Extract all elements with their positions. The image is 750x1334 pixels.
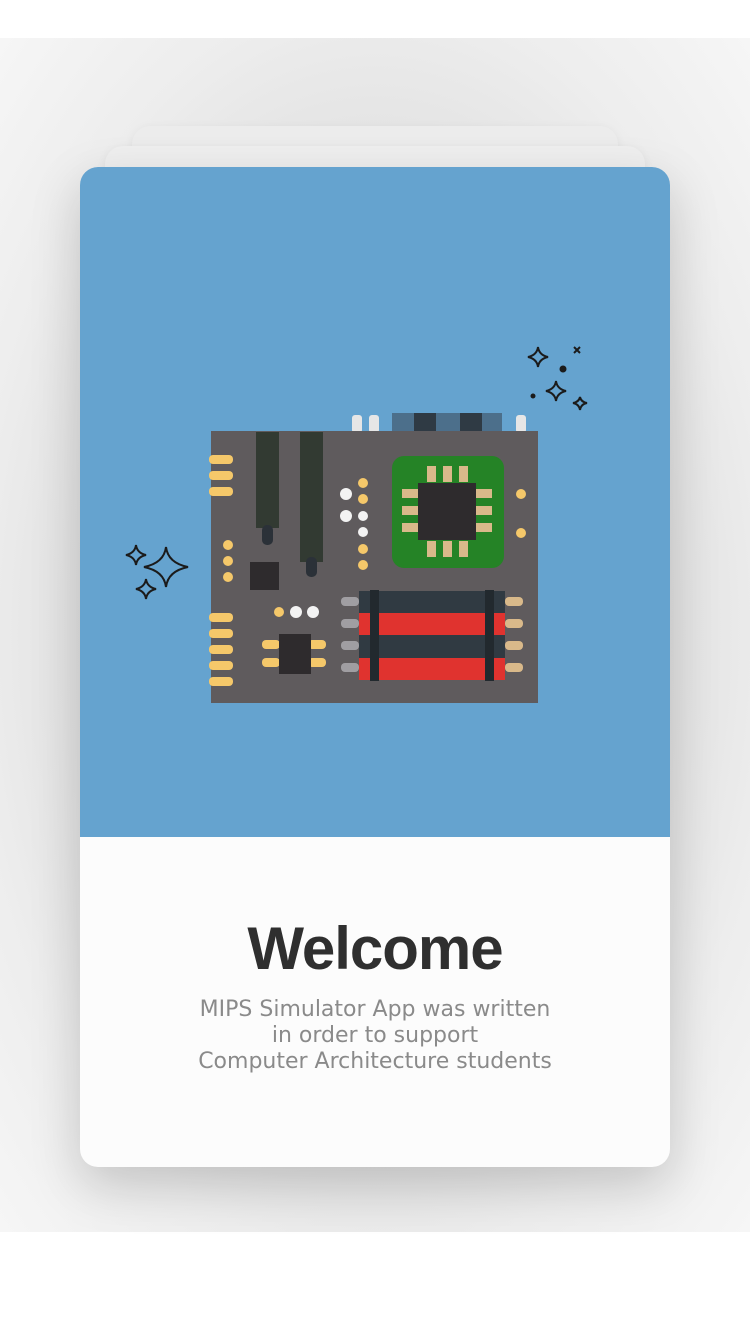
description-line-2: in order to support (271, 1023, 479, 1048)
description-line-3: Computer Architecture students (198, 1049, 552, 1074)
cpu-chip (392, 456, 504, 568)
hero-illustration-area (80, 167, 670, 837)
sparkle-left-icon (125, 544, 189, 600)
description-line-1: MIPS Simulator App was written (199, 997, 551, 1022)
welcome-content: Welcome MIPS Simulator App was written i… (80, 837, 670, 1167)
welcome-title: Welcome (247, 915, 503, 982)
onboarding-screen: Welcome MIPS Simulator App was written i… (0, 0, 750, 1334)
top-ports (352, 413, 526, 433)
memory-modules (341, 590, 523, 681)
motherboard-illustration (125, 346, 588, 703)
welcome-card[interactable]: Welcome MIPS Simulator App was written i… (80, 167, 670, 1167)
welcome-description: MIPS Simulator App was written in order … (80, 997, 670, 1075)
sparkle-right-icon (527, 346, 588, 411)
small-chip (250, 562, 279, 590)
